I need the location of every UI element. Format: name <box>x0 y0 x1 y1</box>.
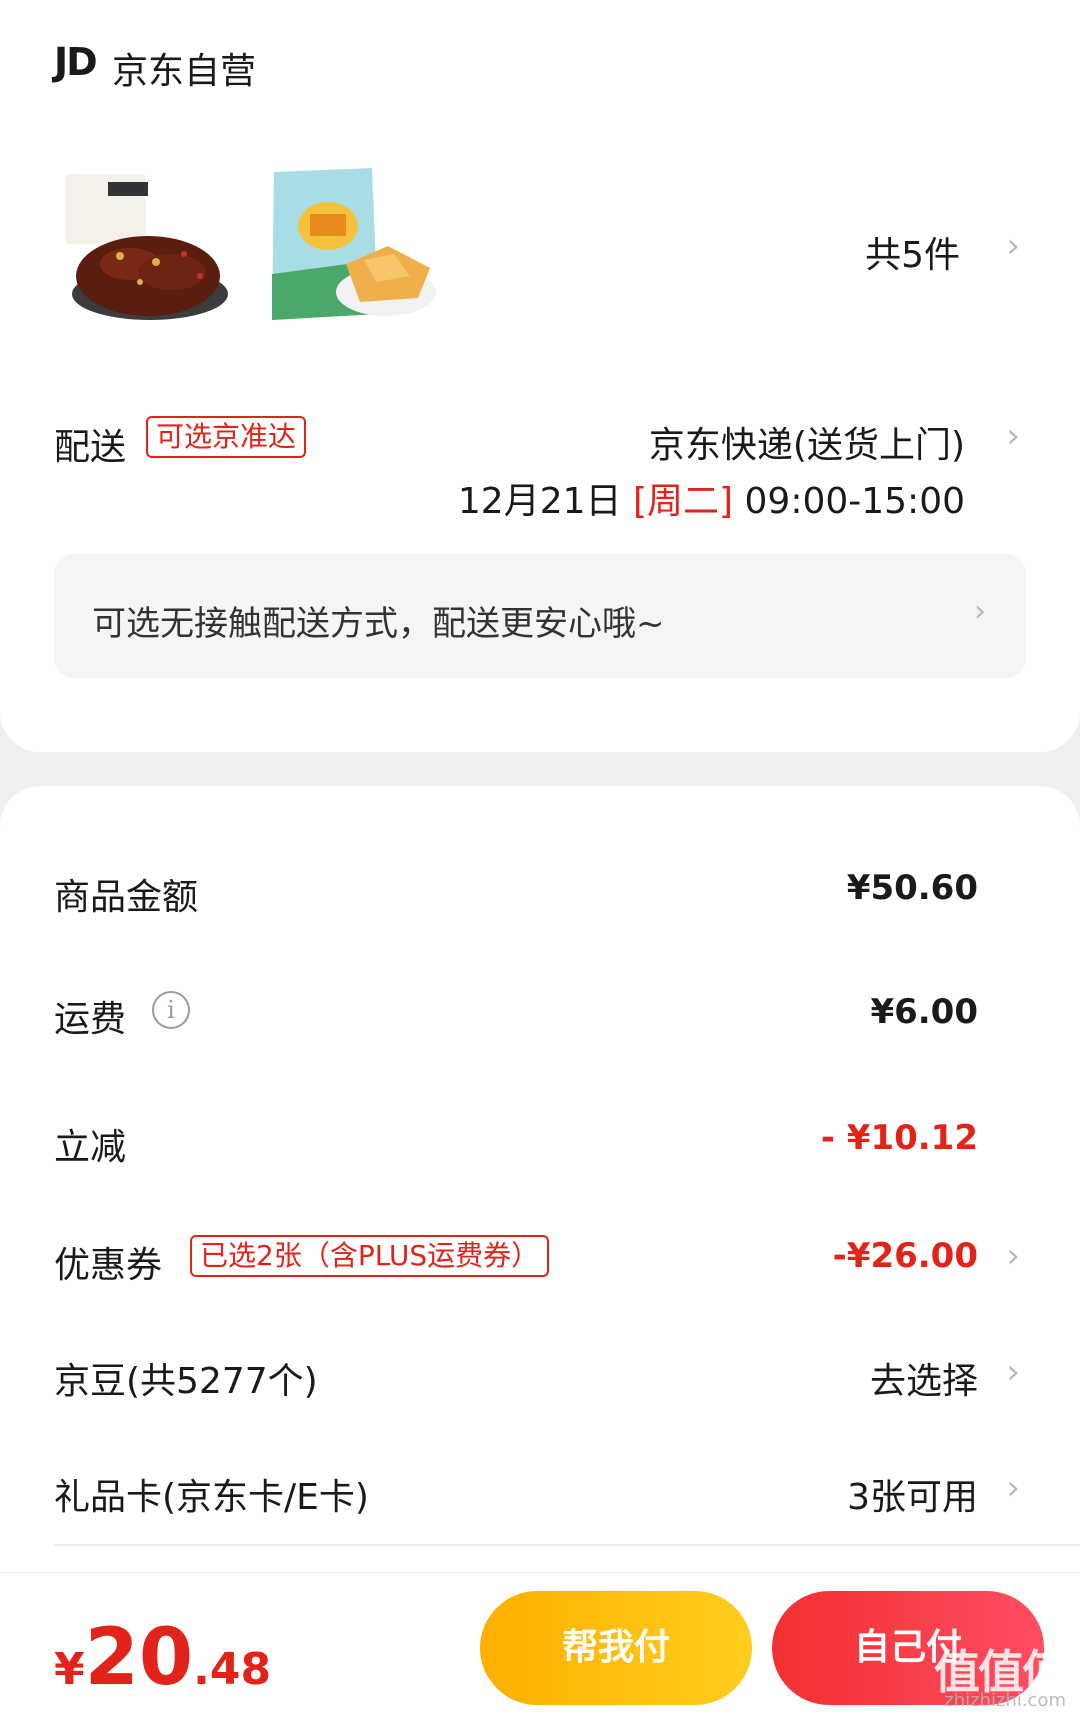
jd-beans-label: 京豆(共5277个) <box>54 1361 318 1402</box>
payment-bar: ¥20.48 帮我付 自己付 <box>0 1572 1080 1720</box>
chevron-right-icon[interactable]: › <box>1006 1468 1020 1508</box>
gift-card-label: 礼品卡(京东卡/E卡) <box>54 1477 369 1518</box>
delivery-weekday: [周二] <box>632 481 734 522</box>
product-beef-image[interactable] <box>60 164 230 334</box>
delivery-method[interactable]: 京东快递(送货上门) <box>649 416 965 468</box>
product-snack-image[interactable] <box>268 164 438 334</box>
info-icon[interactable]: i <box>152 991 190 1029</box>
item-count[interactable]: 共5件 <box>865 226 960 278</box>
delivery-time[interactable]: 12月21日 [周二] 09:00-15:00 <box>458 472 965 524</box>
watermark-url: zhizhizhi.com <box>944 1690 1066 1711</box>
coupon-value[interactable]: -¥26.00 <box>833 1236 978 1276</box>
order-shop-card: JD 京东自营 共5件 › 配送 可选京准达 京东快递(送货上门) › 12月2… <box>0 0 1080 752</box>
chevron-right-icon[interactable]: › <box>1006 226 1020 266</box>
gift-card-available[interactable]: 3张可用 <box>847 1468 978 1520</box>
instant-discount-value: - ¥10.12 <box>820 1118 978 1158</box>
instant-discount-label: 立减 <box>54 1127 127 1168</box>
goods-amount-label: 商品金额 <box>54 877 199 918</box>
contactless-text: 可选无接触配送方式，配送更安心哦~ <box>92 604 665 644</box>
goods-amount-value: ¥50.60 <box>846 868 978 908</box>
chevron-right-icon[interactable]: › <box>1006 1236 1020 1276</box>
total-price: ¥20.48 <box>54 1613 271 1703</box>
total-integer: 20 <box>84 1613 194 1703</box>
jd-logo: JD <box>54 40 98 84</box>
shipping-fee-label: 运费 <box>54 999 127 1040</box>
shop-name: 京东自营 <box>112 51 257 92</box>
coupon-selected-tag[interactable]: 已选2张（含PLUS运费券） <box>190 1235 550 1277</box>
jd-beans-select[interactable]: 去选择 <box>870 1352 978 1404</box>
total-decimal: .48 <box>193 1644 272 1695</box>
contactless-delivery-option[interactable]: 可选无接触配送方式，配送更安心哦~ › <box>54 554 1026 678</box>
divider <box>54 1544 1080 1546</box>
chevron-right-icon[interactable]: › <box>1006 416 1020 456</box>
chevron-right-icon[interactable]: › <box>1006 1352 1020 1392</box>
help-me-pay-button[interactable]: 帮我付 <box>480 1591 752 1705</box>
chevron-right-icon: › <box>974 594 986 629</box>
coupon-label: 优惠券 <box>54 1245 163 1286</box>
shipping-fee-value: ¥6.00 <box>870 992 978 1032</box>
currency-symbol: ¥ <box>54 1644 85 1695</box>
delivery-option-tag[interactable]: 可选京准达 <box>146 416 307 458</box>
delivery-date: 12月21日 <box>457 481 622 522</box>
delivery-label: 配送 <box>54 427 127 468</box>
item-count-label: 共5件 <box>865 235 960 276</box>
delivery-time-range: 09:00-15:00 <box>744 481 965 522</box>
